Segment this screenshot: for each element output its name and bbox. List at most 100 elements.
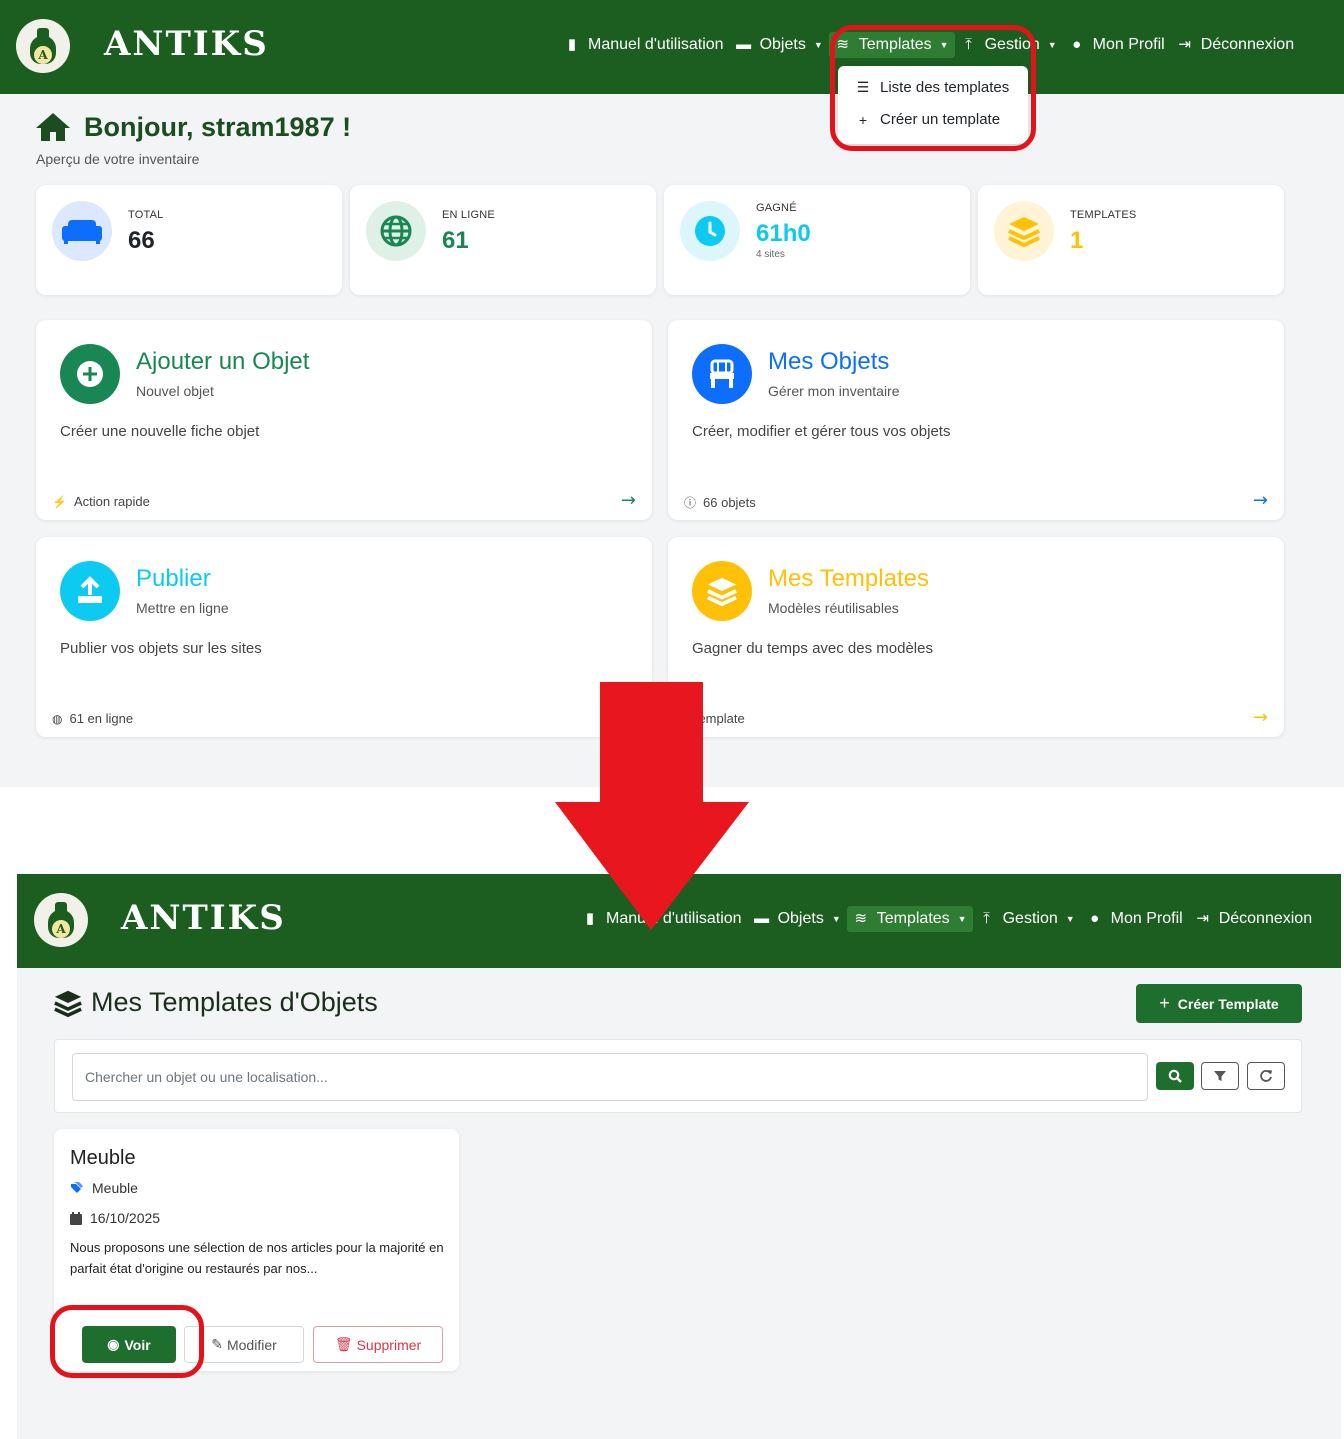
- nav-gestion-label: Gestion: [1002, 910, 1058, 927]
- book-icon: ▮: [567, 36, 577, 53]
- create-template-button[interactable]: + Créer Template: [1136, 984, 1302, 1023]
- brand-name[interactable]: ANTIKS: [104, 24, 269, 64]
- logout-icon: ⇥: [1178, 36, 1191, 53]
- top-navbar: A ANTIKS ▮ Manuel d'utilisation ▬ Objets ▼ …: [17, 874, 1341, 968]
- nav-templates-label: Templates: [876, 910, 950, 927]
- nav-logout[interactable]: ⇥ Déconnexion: [1171, 32, 1300, 58]
- caret-down-icon: ▼: [831, 914, 841, 924]
- caret-down-icon: ▼: [957, 914, 967, 924]
- nav-manual-label: Manuel d'utilisation: [606, 910, 742, 927]
- user-icon: ●: [1090, 910, 1100, 927]
- template-category: Meuble: [70, 1180, 138, 1196]
- card-description: Créer, modifier et gérer tous vos objets: [692, 423, 951, 440]
- card-title: Ajouter un Objet: [136, 348, 310, 375]
- edit-button-label: Modifier: [226, 1336, 277, 1353]
- arrow-right-icon[interactable]: →: [1253, 490, 1268, 511]
- card-description: Gagner du temps avec des modèles: [692, 640, 933, 657]
- globe-icon: ◍: [52, 711, 63, 726]
- plus-icon: +: [1159, 993, 1170, 1013]
- info-icon: ⓘ: [684, 496, 697, 510]
- nav-objets[interactable]: ▬ Objets ▼: [730, 32, 829, 58]
- nav-templates[interactable]: ≋ Templates ▼: [846, 906, 973, 932]
- nav-manual[interactable]: ▮ Manuel d'utilisation: [576, 906, 748, 932]
- card-footer: ⓘ 66 objets: [684, 494, 756, 511]
- home-icon: [36, 112, 70, 143]
- search-input[interactable]: Chercher un objet ou une localisation...: [72, 1053, 1148, 1101]
- page-title: Mes Templates d'Objets: [53, 987, 378, 1018]
- card-description: Publier vos objets sur les sites: [60, 640, 262, 657]
- nav-objets[interactable]: ▬ Objets ▼: [748, 906, 847, 932]
- stat-gained-value: 61h0: [756, 220, 811, 247]
- card-add-object[interactable]: Ajouter un Objet Nouvel objet Créer une …: [36, 320, 652, 520]
- nav-logout-label: Déconnexion: [1200, 36, 1295, 53]
- highlight-box-view: [50, 1305, 204, 1378]
- trash-icon: 🗑: [334, 1336, 353, 1352]
- layers-icon: ≋: [854, 910, 868, 927]
- highlight-box-dropdown: [830, 25, 1036, 151]
- stat-online-label: EN LIGNE: [442, 209, 495, 221]
- layers-icon: [692, 561, 752, 621]
- refresh-icon: [1260, 1070, 1272, 1082]
- nav-profil[interactable]: ● Mon Profil: [1063, 32, 1171, 58]
- card-title: Mes Objets: [768, 348, 890, 375]
- sofa-icon: ▬: [736, 36, 752, 53]
- filter-icon: [1214, 1071, 1226, 1081]
- delete-button-label: Supprimer: [356, 1336, 422, 1353]
- stat-templates-label: TEMPLATES: [1070, 209, 1137, 221]
- stat-total-value: 66: [128, 227, 155, 254]
- stat-gained-label: GAGNÉ: [756, 202, 797, 214]
- top-navbar: A ANTIKS ▮ Manuel d'utilisation ▬ Objets ▼ …: [0, 0, 1344, 94]
- stat-gained-sites: 4 sites: [756, 249, 785, 260]
- caret-down-icon: ▼: [1065, 914, 1075, 924]
- nav-gestion[interactable]: ⤒ Gestion ▼: [973, 906, 1081, 932]
- nav-profil[interactable]: ● Mon Profil: [1081, 906, 1189, 932]
- card-subtitle: Modèles réutilisables: [768, 600, 899, 616]
- globe-icon: [366, 201, 426, 261]
- stat-total-label: TOTAL: [128, 209, 164, 221]
- search-panel: Chercher un objet ou une localisation...: [54, 1039, 1302, 1113]
- card-subtitle: Nouvel objet: [136, 383, 214, 399]
- card-footer-label: 66 objets: [703, 495, 756, 510]
- reset-button[interactable]: [1247, 1062, 1285, 1090]
- arrow-right-icon[interactable]: →: [621, 490, 636, 511]
- dashboard-screenshot: A ANTIKS ▮ Manuel d'utilisation ▬ Objets ▼ …: [0, 0, 1344, 787]
- template-date-label: 16/10/2025: [90, 1210, 161, 1226]
- delete-button[interactable]: 🗑 Supprimer: [313, 1326, 443, 1363]
- stat-total: TOTAL 66: [36, 185, 342, 295]
- sofa-icon: ▬: [754, 910, 770, 927]
- card-subtitle: Mettre en ligne: [136, 600, 229, 616]
- book-icon: ▮: [585, 910, 595, 927]
- card-publish[interactable]: Publier Mettre en ligne Publier vos obje…: [36, 537, 652, 737]
- card-my-objects[interactable]: Mes Objets Gérer mon inventaire Créer, m…: [668, 320, 1284, 520]
- sofa-icon: [52, 201, 112, 261]
- bolt-icon: ⚡: [52, 494, 67, 509]
- layers-icon: [54, 990, 82, 1017]
- card-title: Publier: [136, 565, 211, 592]
- filter-button[interactable]: [1201, 1062, 1239, 1090]
- stat-templates-value: 1: [1070, 227, 1084, 254]
- nav-logout-label: Déconnexion: [1218, 910, 1313, 927]
- chair-icon: [692, 344, 752, 404]
- clock-icon: [680, 201, 740, 261]
- page-title-text: Mes Templates d'Objets: [91, 987, 378, 1017]
- logout-icon: ⇥: [1196, 910, 1209, 927]
- card-my-templates[interactable]: Mes Templates Modèles réutilisables Gagn…: [668, 537, 1284, 737]
- greeting: Bonjour, stram1987 !: [36, 112, 351, 143]
- logo-icon[interactable]: A: [34, 893, 88, 947]
- upload-icon: ⤒: [983, 910, 990, 927]
- nav-manual[interactable]: ▮ Manuel d'utilisation: [558, 32, 730, 58]
- stat-templates: TEMPLATES 1: [978, 185, 1284, 295]
- plus-circle-icon: [60, 344, 120, 404]
- create-template-label: Créer Template: [1177, 995, 1279, 1012]
- card-footer-label: 61 en ligne: [69, 711, 134, 726]
- logo-icon[interactable]: A: [16, 19, 70, 73]
- greeting-title: Bonjour, stram1987 !: [84, 112, 352, 142]
- search-button[interactable]: [1156, 1062, 1194, 1090]
- templates-page-screenshot: A ANTIKS ▮ Manuel d'utilisation ▬ Objets ▼ …: [17, 874, 1341, 1439]
- arrow-right-icon[interactable]: →: [1253, 707, 1268, 728]
- card-footer-label: 1 template: [684, 711, 745, 726]
- nav-logout[interactable]: ⇥ Déconnexion: [1189, 906, 1318, 932]
- caret-down-icon: ▼: [813, 40, 823, 50]
- brand-name[interactable]: ANTIKS: [121, 898, 286, 938]
- card-title: Mes Templates: [768, 565, 929, 592]
